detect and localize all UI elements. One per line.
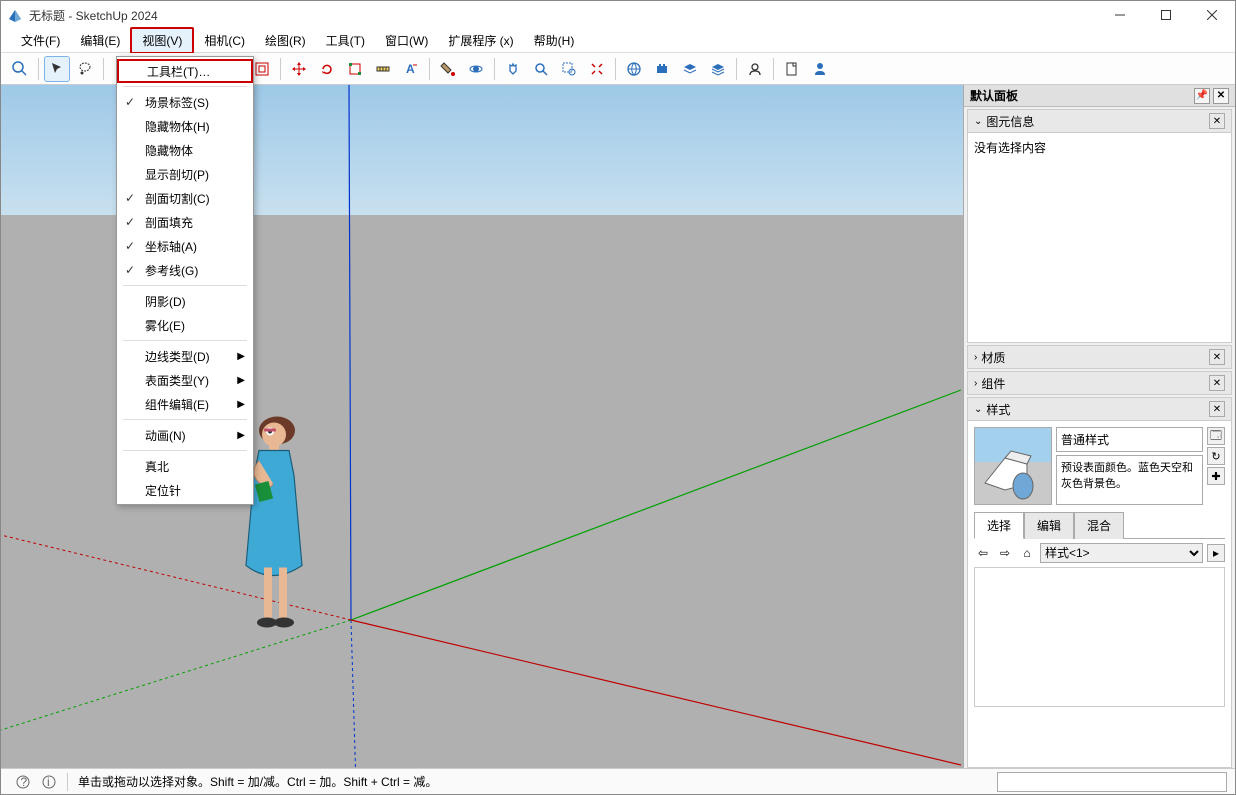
dd-guides[interactable]: ✓参考线(G) (117, 258, 253, 282)
menu-help[interactable]: 帮助(H) (524, 29, 585, 52)
close-icon[interactable]: ✕ (1209, 401, 1225, 417)
status-message: 单击或拖动以选择对象。Shift = 加/减。Ctrl = 加。Shift + … (78, 773, 987, 790)
profile-icon[interactable] (807, 56, 833, 82)
chevron-down-icon: ⌄ (974, 116, 982, 127)
dd-hidden-objects[interactable]: 隐藏物体(H) (117, 114, 253, 138)
pan-icon[interactable] (500, 56, 526, 82)
orbit-icon[interactable] (463, 56, 489, 82)
nav-back-icon[interactable]: ⇦ (974, 544, 992, 562)
dd-fog[interactable]: 雾化(E) (117, 313, 253, 337)
user-icon[interactable] (742, 56, 768, 82)
dd-component-edit[interactable]: 组件编辑(E)▶ (117, 392, 253, 416)
styles-header[interactable]: ⌄ 样式 ✕ (967, 397, 1232, 421)
statusbar: ? i 单击或拖动以选择对象。Shift = 加/减。Ctrl = 加。Shif… (1, 768, 1235, 794)
menu-file[interactable]: 文件(F) (11, 29, 70, 52)
tab-mix[interactable]: 混合 (1074, 512, 1124, 539)
vcb-input[interactable] (997, 772, 1227, 792)
dd-animation[interactable]: 动画(N)▶ (117, 423, 253, 447)
entity-info-header[interactable]: ⌄ 图元信息 ✕ (967, 109, 1232, 133)
dd-anchor[interactable]: 定位针 (117, 478, 253, 502)
magnifier-icon[interactable] (7, 56, 33, 82)
select-tool-icon[interactable] (44, 56, 70, 82)
text-icon[interactable]: A (398, 56, 424, 82)
svg-text:?: ? (21, 775, 28, 789)
scale-tool-icon[interactable] (342, 56, 368, 82)
detail-icon[interactable]: ▸ (1207, 544, 1225, 562)
view-dropdown: 工具栏(T)… ✓场景标签(S) 隐藏物体(H) 隐藏物体 显示剖切(P) ✓剖… (116, 56, 254, 505)
tray-title: 默认面板 (970, 87, 1018, 104)
zoom-icon[interactable] (528, 56, 554, 82)
style-refresh-icon[interactable]: ↻ (1207, 447, 1225, 465)
menu-draw[interactable]: 绘图(R) (255, 29, 316, 52)
close-button[interactable] (1189, 1, 1235, 29)
nav-fwd-icon[interactable]: ⇨ (996, 544, 1014, 562)
style-thumbnails-area[interactable] (974, 567, 1225, 707)
layers-icon[interactable] (677, 56, 703, 82)
menubar: 文件(F) 编辑(E) 视图(V) 相机(C) 绘图(R) 工具(T) 窗口(W… (1, 29, 1235, 53)
dd-hidden-objects2[interactable]: 隐藏物体 (117, 138, 253, 162)
warehouse-icon[interactable] (621, 56, 647, 82)
close-icon[interactable]: ✕ (1209, 349, 1225, 365)
default-tray: 默认面板 📌 ✕ ⌄ 图元信息 ✕ 没有选择内容 › 材质 ✕ › 组件 ✕ (963, 85, 1235, 768)
zoom-extents-icon[interactable] (584, 56, 610, 82)
style-collection-select[interactable]: 样式<1> (1040, 543, 1203, 563)
extension-icon[interactable] (649, 56, 675, 82)
dd-section-fill[interactable]: ✓剖面填充 (117, 210, 253, 234)
dd-toolbars[interactable]: 工具栏(T)… (117, 59, 253, 83)
dd-scene-tabs[interactable]: ✓场景标签(S) (117, 90, 253, 114)
new-icon[interactable] (779, 56, 805, 82)
dd-face-style[interactable]: 表面类型(Y)▶ (117, 368, 253, 392)
chevron-down-icon: ⌄ (974, 404, 982, 415)
close-icon[interactable]: ✕ (1209, 375, 1225, 391)
dd-show-section[interactable]: 显示剖切(P) (117, 162, 253, 186)
menu-extensions[interactable]: 扩展程序 (x) (438, 29, 523, 52)
chevron-right-icon: › (974, 378, 977, 389)
info-icon[interactable]: i (41, 774, 57, 790)
style-display-icon[interactable]: 🗔 (1207, 427, 1225, 445)
window-title: 无标题 - SketchUp 2024 (29, 7, 1097, 24)
tray-pin-icon[interactable]: 📌 (1194, 88, 1210, 104)
dd-section-cuts[interactable]: ✓剖面切割(C) (117, 186, 253, 210)
home-icon[interactable]: ⌂ (1018, 544, 1036, 562)
style-new-icon[interactable]: ✚ (1207, 467, 1225, 485)
menu-edit[interactable]: 编辑(E) (70, 29, 130, 52)
dd-axes[interactable]: ✓坐标轴(A) (117, 234, 253, 258)
style-name-input[interactable]: 普通样式 (1056, 427, 1203, 452)
tray-close-icon[interactable]: ✕ (1213, 88, 1229, 104)
menu-view[interactable]: 视图(V) (130, 27, 194, 54)
app-icon (7, 7, 23, 23)
help-icon[interactable]: ? (15, 774, 31, 790)
tape-icon[interactable] (370, 56, 396, 82)
no-selection-text: 没有选择内容 (974, 141, 1046, 155)
menu-tools[interactable]: 工具(T) (316, 29, 375, 52)
svg-text:A: A (406, 62, 415, 76)
dd-true-north[interactable]: 真北 (117, 454, 253, 478)
components-header[interactable]: › 组件 ✕ (967, 371, 1232, 395)
layers2-icon[interactable] (705, 56, 731, 82)
maximize-button[interactable] (1143, 1, 1189, 29)
zoom-window-icon[interactable] (556, 56, 582, 82)
rotate-tool-icon[interactable] (314, 56, 340, 82)
minimize-button[interactable] (1097, 1, 1143, 29)
svg-text:i: i (47, 775, 50, 789)
dd-shadows[interactable]: 阴影(D) (117, 289, 253, 313)
chevron-right-icon: › (974, 352, 977, 363)
close-icon[interactable]: ✕ (1209, 113, 1225, 129)
move-tool-icon[interactable] (286, 56, 312, 82)
style-desc-text: 预设表面颜色。蓝色天空和灰色背景色。 (1056, 455, 1203, 505)
menu-camera[interactable]: 相机(C) (194, 29, 255, 52)
menu-window[interactable]: 窗口(W) (375, 29, 438, 52)
style-thumbnail[interactable] (974, 427, 1052, 505)
paint-icon[interactable] (435, 56, 461, 82)
dd-edge-style[interactable]: 边线类型(D)▶ (117, 344, 253, 368)
tab-select[interactable]: 选择 (974, 512, 1024, 539)
materials-header[interactable]: › 材质 ✕ (967, 345, 1232, 369)
tab-edit[interactable]: 编辑 (1024, 512, 1074, 539)
lasso-tool-icon[interactable] (72, 56, 98, 82)
